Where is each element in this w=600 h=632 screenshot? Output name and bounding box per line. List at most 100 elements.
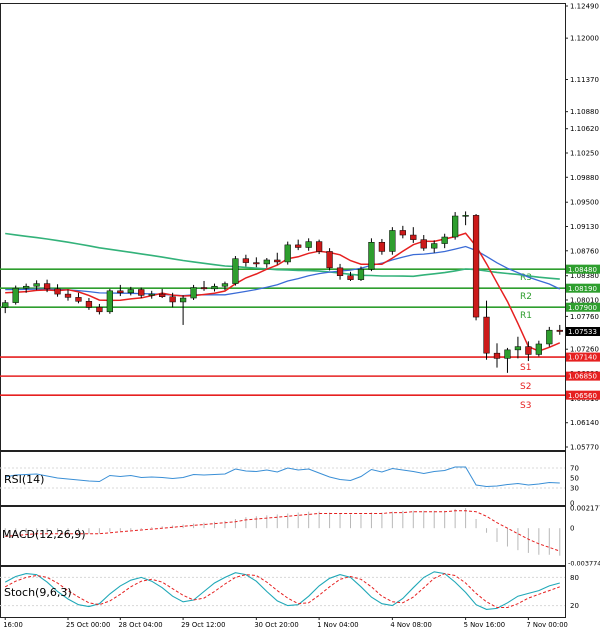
level-name-s3: S3 — [520, 401, 531, 411]
candle-body — [221, 283, 229, 287]
candle-body — [535, 343, 542, 355]
y-tick-label: 1.10250 — [570, 150, 599, 158]
level-price-label: 1.08190 — [568, 285, 597, 293]
candle-body — [493, 352, 501, 359]
candle-body — [357, 268, 365, 280]
rsi-tick-label: 70 — [570, 465, 579, 473]
candle-body — [54, 288, 61, 295]
candle-body — [399, 230, 406, 236]
candle-body — [33, 283, 40, 287]
candle-body — [117, 290, 124, 294]
candle-body — [138, 289, 145, 296]
macd-tick-label: 0 — [570, 525, 574, 533]
candle-body — [504, 349, 511, 359]
candle — [452, 212, 459, 240]
y-tick-label: 1.12000 — [570, 35, 599, 43]
candle-body — [263, 259, 270, 265]
candle-body — [295, 244, 302, 248]
candle — [232, 256, 239, 286]
stoch-tick-label: 20 — [570, 602, 579, 610]
candle-body — [347, 275, 354, 280]
x-tick-label: 29 Oct 12:00 — [181, 621, 225, 629]
candle-body — [242, 258, 250, 263]
level-name-s2: S2 — [520, 382, 531, 392]
x-tick-label: 16:00 — [3, 621, 23, 629]
level-price-label: 1.08480 — [568, 266, 597, 274]
y-tick-label: 1.10620 — [570, 125, 599, 133]
candle-body — [378, 242, 386, 252]
candle-body — [514, 346, 522, 351]
candle-body — [483, 316, 490, 354]
candle-body — [389, 230, 396, 252]
chart-root: 1.12490 1.12000 1.11370 1.10880 1.10620 1.102… — [0, 0, 600, 632]
y-tick-label: 1.10880 — [570, 108, 599, 116]
x-tick-label: 1 Nov 04:00 — [317, 621, 359, 629]
macd-label: MACD(12,26,9) — [2, 528, 86, 541]
rsi-label: RSI(14) — [4, 473, 44, 486]
candle-body — [546, 329, 553, 345]
candle-body — [315, 241, 323, 252]
y-tick-label: 1.06140 — [570, 419, 599, 427]
candle-body — [64, 293, 72, 298]
y-tick-label: 1.11370 — [570, 76, 599, 84]
level-price-label: 1.06560 — [568, 392, 597, 400]
x-tick-label: 4 Nov 08:00 — [390, 621, 432, 629]
level-price-label: 1.06850 — [568, 373, 597, 381]
level-name-s1: S1 — [520, 363, 531, 373]
rsi-tick-label: 30 — [570, 485, 579, 493]
candle-body — [472, 215, 480, 318]
candle-body — [75, 297, 82, 302]
candle-body — [12, 287, 19, 303]
candle — [389, 227, 396, 255]
candle — [12, 285, 19, 305]
candle-body — [525, 346, 532, 355]
candle — [368, 238, 375, 272]
candle — [326, 248, 333, 271]
candle-body — [305, 241, 312, 248]
candle-body — [556, 329, 563, 332]
candle-body — [274, 259, 281, 263]
candle-body — [462, 215, 469, 217]
candle-body — [326, 251, 333, 269]
candle-body — [148, 293, 155, 296]
candle-body — [23, 285, 30, 289]
candle-body — [452, 215, 459, 238]
candle — [472, 214, 480, 321]
stoch-label: Stoch(9,6,3) — [4, 586, 72, 599]
candle-body — [420, 239, 427, 249]
candle-body — [190, 287, 197, 299]
candle-body — [232, 258, 239, 284]
candle-body — [127, 289, 134, 294]
forex-chart: 1.12490 1.12000 1.11370 1.10880 1.10620 1.102… — [0, 0, 600, 632]
candle-body — [336, 267, 344, 276]
y-tick-label: 1.09130 — [570, 223, 599, 231]
x-tick-label: 7 Nov 00:00 — [526, 621, 568, 629]
candle — [284, 241, 291, 265]
x-tick-label: 28 Oct 04:00 — [118, 621, 162, 629]
level-name-r2: R2 — [520, 292, 532, 302]
candle-body — [43, 283, 51, 290]
x-tick-label: 25 Oct 00:00 — [66, 621, 110, 629]
candle-body — [441, 236, 448, 244]
y-tick-label: 1.08760 — [570, 247, 599, 255]
candle-body — [85, 301, 93, 308]
candle-body — [410, 234, 417, 240]
candle-body — [253, 262, 260, 265]
level-price-label: 1.07900 — [568, 304, 597, 312]
y-tick-label: 1.07260 — [570, 346, 599, 354]
candle-body — [96, 306, 103, 313]
candle-body — [106, 290, 113, 313]
candle-body — [368, 242, 375, 270]
candle-body — [159, 293, 166, 297]
x-tick-label: 30 Oct 20:00 — [254, 621, 298, 629]
y-tick-label: 1.07760 — [570, 313, 599, 321]
candle-body — [284, 244, 291, 263]
y-tick-label: 1.05770 — [570, 444, 599, 452]
y-tick-label: 1.09880 — [570, 174, 599, 182]
macd-tick-label: -0.003774 — [568, 559, 600, 567]
y-tick-label: 1.12490 — [570, 3, 599, 11]
rsi-tick-label: 50 — [570, 475, 579, 483]
y-tick-label: 1.09500 — [570, 199, 599, 207]
candle — [106, 288, 113, 314]
candle-body — [2, 302, 9, 308]
